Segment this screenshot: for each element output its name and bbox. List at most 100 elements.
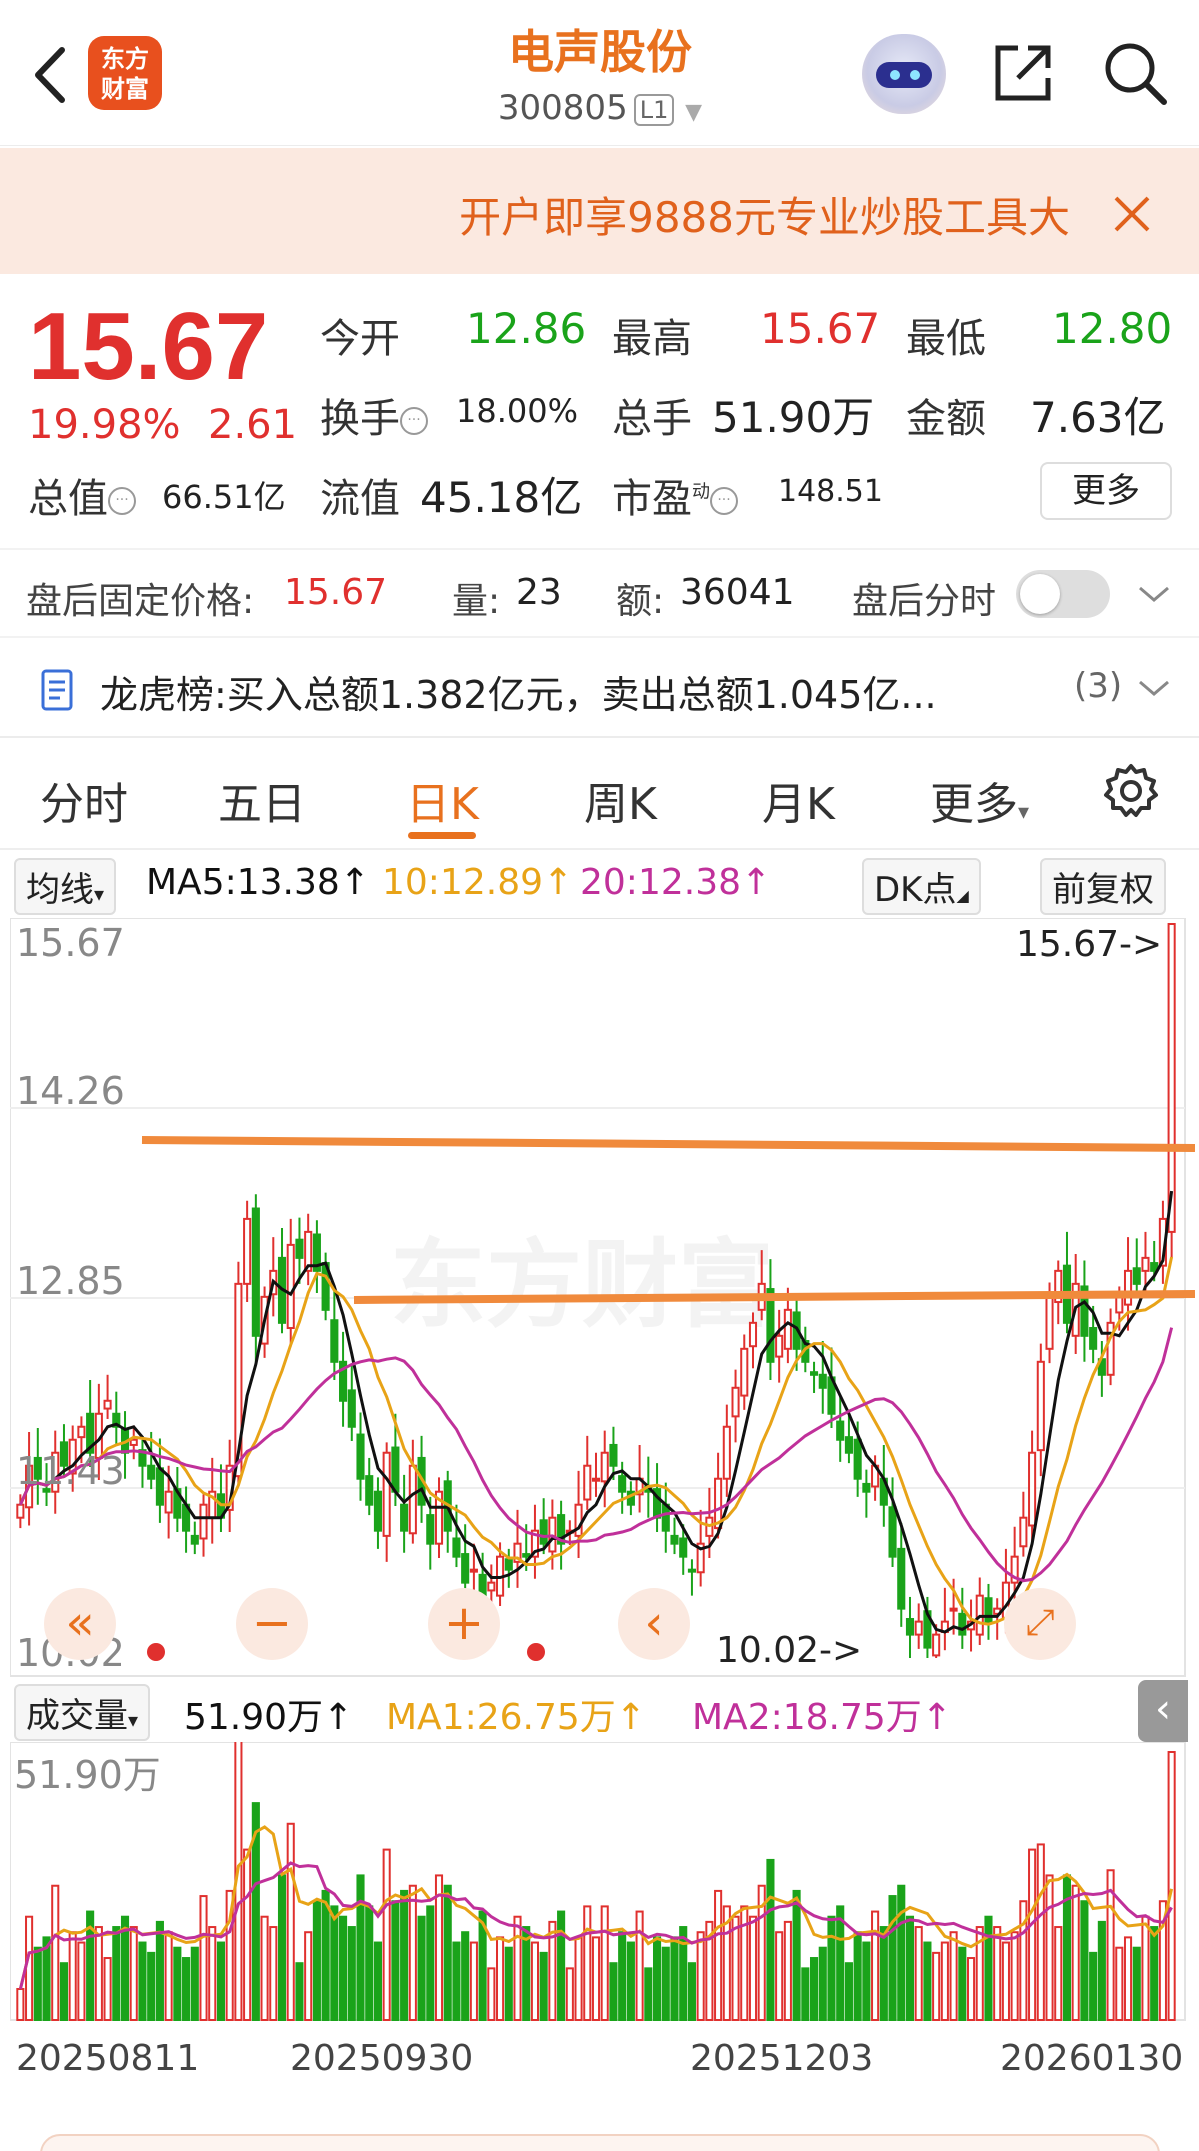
adjust-button[interactable]: 前复权 (1040, 858, 1166, 915)
candle (731, 1386, 740, 1418)
stock-code-row[interactable]: 300805 L1 ▼ (380, 88, 820, 128)
volume-bar (513, 1915, 522, 2021)
volume-bar (147, 1951, 156, 2022)
volume-bar (199, 1895, 208, 2021)
volume-bar (426, 1905, 435, 2021)
volume-selector[interactable]: 成交量▾ (14, 1684, 151, 1741)
zoom-in-icon[interactable]: + (428, 1588, 500, 1660)
candle (164, 1490, 173, 1514)
volume-bar (591, 1936, 601, 2021)
volume-bar (138, 1941, 147, 2021)
info-dots-icon[interactable]: ··· (710, 487, 738, 515)
volume-bar (809, 1957, 819, 2021)
candle (574, 1503, 583, 1537)
info-dots-icon[interactable]: ··· (108, 487, 136, 515)
date-label: 20250811 (16, 2038, 200, 2079)
ma-selector[interactable]: 均线▾ (14, 858, 117, 915)
chevron-down-icon[interactable] (1136, 580, 1172, 608)
volume-bar (783, 1920, 792, 2021)
volume-bar (923, 1941, 932, 2021)
volume-bar (653, 1936, 662, 2021)
candle (1115, 1295, 1124, 1314)
pe-value: 148.51 (778, 474, 883, 509)
candle (914, 1620, 923, 1636)
expand-icon[interactable]: ⤢ (1004, 1588, 1076, 1660)
volume-bar (260, 1915, 269, 2021)
candle (748, 1321, 758, 1348)
tab-intraday[interactable]: 分时 (40, 768, 128, 832)
candle (583, 1464, 592, 1501)
candle (251, 1207, 260, 1337)
candle (670, 1534, 679, 1545)
tab-five-day[interactable]: 五日 (218, 768, 306, 832)
collapse-panel-icon[interactable]: ‹ (1138, 1680, 1188, 1742)
dk-point-button[interactable]: DK点◢ (862, 858, 981, 915)
candle (365, 1475, 374, 1506)
amount-label: 金额 (906, 396, 986, 442)
volume-bar (452, 1941, 461, 2021)
candle (408, 1464, 417, 1535)
tab-monthly-k[interactable]: 月K (762, 768, 835, 832)
document-icon (41, 669, 73, 711)
tab-more[interactable]: 更多▾ (930, 768, 1029, 832)
volume-bar (182, 1957, 191, 2021)
volume-bar (304, 1931, 313, 2022)
promo-banner[interactable]: 开户即享9888元专业炒股工具大 (0, 148, 1199, 274)
candle (1141, 1256, 1150, 1272)
volume-bar (871, 1910, 880, 2022)
app-logo[interactable]: 东方 财富 (88, 36, 162, 110)
tab-weekly-k[interactable]: 周K (584, 768, 657, 832)
high-label: 最高 (612, 316, 692, 362)
volume-bar (670, 1936, 679, 2021)
volume-bar (1001, 1941, 1010, 2021)
close-icon[interactable] (1108, 190, 1156, 238)
lhb-row[interactable]: 龙虎榜:买入总额1.382亿元，卖出总额1.045亿... (100, 664, 1040, 719)
info-dots-icon[interactable]: ··· (400, 407, 428, 435)
scroll-left-fast-icon[interactable]: « (44, 1588, 116, 1660)
afterhours-toggle[interactable] (1016, 570, 1110, 618)
volume-bar (1045, 1874, 1054, 2021)
candle (347, 1389, 356, 1428)
low-marker: 10.02-> (716, 1630, 862, 1671)
volume-bar (1132, 1946, 1141, 2021)
volume-bar (731, 1915, 740, 2021)
volume-bar (888, 1895, 897, 2021)
ai-assistant-robot-icon[interactable] (862, 34, 946, 114)
volume-bar (339, 1915, 348, 2021)
gear-icon[interactable] (1102, 762, 1160, 820)
volume-bar (1089, 1951, 1098, 2022)
chevron-down-icon[interactable] (1136, 674, 1172, 702)
volume-bar (644, 1967, 653, 2021)
more-button[interactable]: 更多 (1040, 462, 1172, 520)
volume-bar (958, 1946, 967, 2021)
share-icon[interactable] (988, 38, 1058, 108)
kline-chart[interactable]: 东方财富 15.67 14.26 12.85 11.43 10.02 15.67… (10, 918, 1195, 1678)
volume-bar (984, 1915, 993, 2021)
price-tick: 15.67 (16, 921, 125, 965)
volume-bar (609, 1962, 618, 2021)
volume-chart[interactable]: 51.90万 (10, 1742, 1195, 2032)
volume-bar (530, 1941, 539, 2021)
volume-bar (330, 1905, 339, 2021)
zoom-out-icon[interactable]: − (236, 1588, 308, 1660)
scroll-left-icon[interactable]: ‹ (618, 1588, 690, 1660)
volume-bar (504, 1946, 513, 2021)
volume-bar (1036, 1843, 1045, 2022)
volume-bar (1028, 1848, 1037, 2021)
candle (469, 1568, 478, 1573)
back-arrow-icon[interactable] (26, 40, 76, 110)
lhb-count: (3) (1074, 666, 1123, 706)
volume-bar (208, 1926, 217, 2021)
candle (775, 1334, 784, 1358)
volume-bar (312, 1900, 321, 2021)
promo-text: 开户即享9888元专业炒股工具大 (459, 193, 1070, 242)
volume-bar (286, 1822, 295, 2022)
volume-bar (216, 1941, 226, 2021)
tab-daily-k[interactable]: 日K (406, 768, 479, 832)
volume-bar (775, 1931, 784, 2022)
bottom-action-bar[interactable] (40, 2134, 1160, 2151)
search-icon[interactable] (1100, 38, 1170, 108)
volume-bar (496, 1936, 505, 2021)
date-label: 20251203 (690, 2038, 874, 2079)
volume-bar (679, 1926, 688, 2021)
